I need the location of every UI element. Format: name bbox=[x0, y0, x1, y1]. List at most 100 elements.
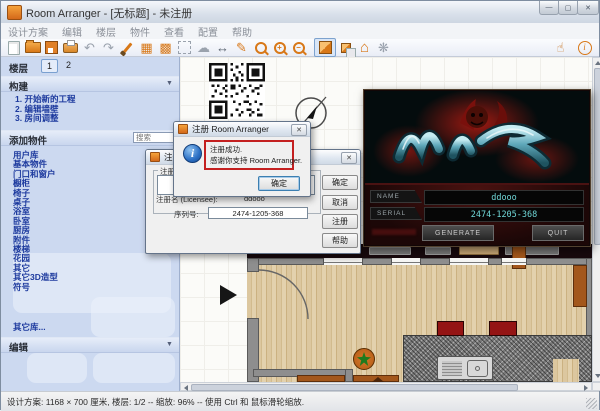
print-icon[interactable] bbox=[61, 39, 80, 56]
title-bar: Room Arranger - [无标题] - 未注册 — ▢ ✕ bbox=[1, 1, 599, 24]
magnifier-shape bbox=[255, 42, 267, 54]
pointer-hand-icon[interactable]: ☝ bbox=[551, 39, 570, 56]
printer-shape bbox=[63, 43, 78, 53]
tall-cabinet[interactable] bbox=[573, 265, 587, 307]
potted-plant[interactable] bbox=[353, 348, 375, 370]
app-window: Room Arranger - [无标题] - 未注册 — ▢ ✕ 设计方案 编… bbox=[0, 0, 600, 410]
serial-input[interactable]: 2474-1205-368 bbox=[208, 207, 308, 219]
zoom-in-icon[interactable]: + bbox=[270, 39, 289, 56]
build-step-link[interactable]: 3. 房间调整 bbox=[15, 114, 75, 124]
vertical-scrollbar[interactable] bbox=[592, 57, 600, 382]
keygen-serial-field[interactable]: 2474-1205-368 bbox=[424, 207, 584, 222]
build-header-label: 构建 bbox=[9, 79, 28, 93]
register-cancel-button[interactable]: 取消 bbox=[322, 195, 358, 210]
wood-patch bbox=[553, 359, 579, 382]
keygen-window: NAME ddooo SERIAL 2474-1205-368 GENERATE… bbox=[363, 89, 591, 247]
bottom-furniture[interactable] bbox=[353, 375, 399, 382]
pen-icon[interactable]: ✎ bbox=[232, 39, 251, 56]
keygen-generate-button[interactable]: GENERATE bbox=[422, 225, 494, 241]
window-symbol[interactable] bbox=[391, 258, 421, 265]
info-icon: i bbox=[183, 144, 202, 163]
success-dialog-title: 注册 Room Arranger bbox=[192, 123, 269, 135]
register-register-button[interactable]: 注册 bbox=[322, 214, 358, 229]
scroll-down-arrow[interactable] bbox=[595, 374, 600, 378]
door-swing-arc bbox=[247, 262, 317, 327]
brush-shape bbox=[122, 42, 132, 53]
tiles-icon[interactable]: ▩ bbox=[156, 39, 175, 56]
toolbar: ↶ ↷ ▦ ▩ ☁ ↔ ✎ + − ⌂ ❋ ☝ i bbox=[1, 39, 599, 57]
zoom-out-icon[interactable]: − bbox=[289, 39, 308, 56]
scroll-up-arrow[interactable] bbox=[595, 61, 600, 65]
about-icon[interactable]: i bbox=[575, 39, 594, 56]
success-ok-button[interactable]: 确定 bbox=[258, 176, 300, 191]
category-item[interactable]: 符号 bbox=[13, 283, 58, 292]
window-symbol[interactable] bbox=[449, 258, 489, 265]
menu-object[interactable]: 物件 bbox=[123, 24, 157, 39]
brush-icon[interactable] bbox=[118, 39, 137, 56]
window-title: Room Arranger - [无标题] - 未注册 bbox=[26, 5, 192, 21]
transform-icon[interactable] bbox=[175, 39, 194, 56]
new-icon[interactable] bbox=[4, 39, 23, 56]
edit-section-header[interactable]: 编辑 ▼ bbox=[1, 337, 179, 353]
wall-stub[interactable] bbox=[345, 369, 353, 382]
floor-tab-2[interactable]: 2 bbox=[66, 60, 71, 70]
appliance-shape bbox=[369, 247, 411, 255]
register-ok-button[interactable]: 确定 bbox=[322, 175, 358, 190]
close-icon[interactable]: ✕ bbox=[291, 124, 307, 136]
horizontal-scroll-thumb[interactable] bbox=[191, 384, 518, 391]
clouds-icon[interactable]: ☁ bbox=[194, 39, 213, 56]
menu-config[interactable]: 配置 bbox=[191, 24, 225, 39]
other-libraries-link[interactable]: 其它库... bbox=[13, 321, 46, 333]
home-icon[interactable]: ⌂ bbox=[355, 39, 374, 56]
save-icon[interactable] bbox=[42, 39, 61, 56]
keygen-name-field[interactable]: ddooo bbox=[424, 190, 584, 205]
view-3d-icon[interactable] bbox=[314, 38, 336, 57]
maximize-button[interactable]: ▢ bbox=[558, 1, 578, 15]
walkthrough-icon[interactable]: ❋ bbox=[374, 39, 393, 56]
open-icon[interactable] bbox=[23, 39, 42, 56]
undo-icon[interactable]: ↶ bbox=[80, 39, 99, 56]
kitchen-sink[interactable] bbox=[437, 356, 493, 380]
menu-design[interactable]: 设计方案 bbox=[1, 24, 55, 39]
keygen-serial-label: SERIAL bbox=[370, 207, 422, 220]
keygen-divider bbox=[365, 183, 589, 185]
menu-floor[interactable]: 楼层 bbox=[89, 24, 123, 39]
qr-code bbox=[209, 63, 265, 119]
vertical-scroll-thumb[interactable] bbox=[594, 68, 600, 245]
floors-label: 楼层 bbox=[9, 61, 28, 75]
scrollbar-corner bbox=[592, 382, 600, 391]
bottom-furniture[interactable] bbox=[297, 375, 345, 382]
objects-3d-icon[interactable] bbox=[336, 39, 355, 56]
sidebar-panel-shape bbox=[93, 353, 175, 383]
menu-help[interactable]: 帮助 bbox=[225, 24, 259, 39]
redo-icon[interactable]: ↷ bbox=[99, 39, 118, 56]
zoom-region-icon[interactable] bbox=[251, 39, 270, 56]
menu-view[interactable]: 查看 bbox=[157, 24, 191, 39]
success-dialog-titlebar[interactable]: 注册 Room Arranger bbox=[174, 122, 310, 137]
success-dialog: 注册 Room Arranger ✕ i 注册成功. 感谢你支持 Room Ar… bbox=[173, 121, 311, 197]
floor-tab-1[interactable]: 1 bbox=[41, 59, 58, 73]
close-button[interactable]: ✕ bbox=[577, 1, 599, 15]
search-input[interactable] bbox=[133, 132, 175, 143]
register-help-button[interactable]: 帮助 bbox=[322, 233, 358, 248]
menu-edit[interactable]: 编辑 bbox=[55, 24, 89, 39]
measure-icon[interactable]: ↔ bbox=[213, 39, 232, 56]
keygen-quit-button[interactable]: QUIT bbox=[532, 225, 584, 241]
close-icon[interactable]: ✕ bbox=[341, 152, 357, 164]
minimize-button[interactable]: — bbox=[539, 1, 559, 15]
red-stool[interactable] bbox=[437, 321, 464, 336]
red-stool[interactable] bbox=[489, 321, 517, 336]
chevron-down-icon: ▼ bbox=[166, 80, 173, 87]
edit-pattern-icon[interactable]: ▦ bbox=[137, 39, 156, 56]
window-symbol[interactable] bbox=[323, 258, 363, 265]
dialog-app-icon bbox=[178, 124, 188, 134]
cutting-board-shape bbox=[459, 246, 499, 255]
window-symbol[interactable] bbox=[501, 258, 527, 265]
horizontal-scrollbar[interactable] bbox=[180, 382, 592, 391]
build-section-header[interactable]: 构建 ▼ bbox=[1, 76, 179, 92]
serial-label: 序列号: bbox=[174, 209, 199, 220]
resize-grip[interactable] bbox=[586, 398, 597, 409]
chevron-down-icon: ▼ bbox=[166, 341, 173, 348]
dialog-app-icon bbox=[150, 152, 160, 162]
menu-bar: 设计方案 编辑 楼层 物件 查看 配置 帮助 bbox=[1, 23, 599, 40]
